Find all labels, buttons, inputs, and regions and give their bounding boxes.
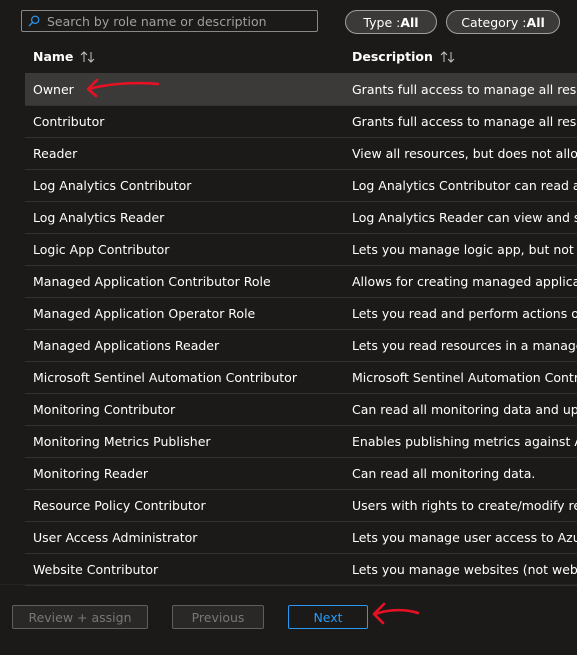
role-description-cell: Lets you manage websites (not web plans) xyxy=(352,562,577,577)
search-box[interactable] xyxy=(21,10,318,32)
table-row[interactable]: Owner Grants full access to manage all re… xyxy=(25,74,577,106)
role-name-cell: Managed Application Contributor Role xyxy=(33,274,271,289)
role-description-cell: View all resources, but does not allow y… xyxy=(352,146,577,161)
table-row[interactable]: Reader View all resources, but does not a… xyxy=(25,138,577,170)
category-filter-label: Category : xyxy=(461,14,527,30)
previous-label: Previous xyxy=(191,609,245,625)
role-name-cell: Contributor xyxy=(33,114,105,129)
search-input[interactable] xyxy=(43,11,317,31)
table-row[interactable]: Log Analytics Contributor Log Analytics C… xyxy=(25,170,577,202)
role-name-cell: Resource Policy Contributor xyxy=(33,498,206,513)
role-description-cell: Grants full access to manage all resourc… xyxy=(352,82,577,97)
table-row[interactable]: Website Contributor Lets you manage websi… xyxy=(25,554,577,586)
role-description-cell: Lets you read and perform actions on Man… xyxy=(352,306,577,321)
role-name-cell: Reader xyxy=(33,146,78,161)
role-name-cell: Monitoring Metrics Publisher xyxy=(33,434,211,449)
role-description-cell: Log Analytics Reader can view and search xyxy=(352,210,577,225)
table-row[interactable]: Logic App Contributor Lets you manage log… xyxy=(25,234,577,266)
name-column-header[interactable]: Name xyxy=(25,49,344,64)
table-row[interactable]: Microsoft Sentinel Automation Contributo… xyxy=(25,362,577,394)
category-filter-button[interactable]: Category : All xyxy=(446,10,560,34)
table-body: Owner Grants full access to manage all re… xyxy=(25,74,577,586)
table-row[interactable]: Resource Policy Contributor Users with ri… xyxy=(25,490,577,522)
table-row[interactable]: User Access Administrator Lets you manage… xyxy=(25,522,577,554)
role-description-cell: Grants full access to manage all resourc… xyxy=(352,114,577,129)
name-column-label: Name xyxy=(33,49,74,64)
role-description-cell: Enables publishing metrics against Azure xyxy=(352,434,577,449)
role-name-cell: User Access Administrator xyxy=(33,530,198,545)
roles-table: Name Description Owner Grants full acces… xyxy=(25,40,577,586)
role-name-cell: Website Contributor xyxy=(33,562,159,577)
role-description-cell: Log Analytics Contributor can read all m… xyxy=(352,178,577,193)
table-row[interactable]: Contributor Grants full access to manage … xyxy=(25,106,577,138)
role-name-cell: Log Analytics Contributor xyxy=(33,178,192,193)
previous-button[interactable]: Previous xyxy=(172,605,264,629)
role-name-cell: Managed Applications Reader xyxy=(33,338,220,353)
review-assign-label: Review + assign xyxy=(28,609,132,625)
role-name-cell: Logic App Contributor xyxy=(33,242,170,257)
review-assign-button[interactable]: Review + assign xyxy=(12,605,148,629)
type-filter-value: All xyxy=(400,14,419,30)
table-row[interactable]: Managed Applications Reader Lets you read… xyxy=(25,330,577,362)
role-name-cell: Log Analytics Reader xyxy=(33,210,165,225)
description-column-label: Description xyxy=(352,49,433,64)
table-row[interactable]: Monitoring Contributor Can read all monit… xyxy=(25,394,577,426)
type-filter-button[interactable]: Type : All xyxy=(345,10,437,34)
search-icon xyxy=(25,11,43,31)
role-description-cell: Lets you read resources in a managed app xyxy=(352,338,577,353)
role-description-cell: Users with rights to create/modify resou… xyxy=(352,498,577,513)
footer-divider xyxy=(0,584,577,585)
next-button[interactable]: Next xyxy=(288,605,368,629)
sort-arrows-icon[interactable] xyxy=(440,50,456,63)
sort-arrows-icon[interactable] xyxy=(80,50,96,63)
category-filter-value: All xyxy=(526,14,545,30)
table-header: Name Description xyxy=(25,40,577,74)
role-description-cell: Can read all monitoring data and update xyxy=(352,402,577,417)
role-description-cell: Microsoft Sentinel Automation Contributo… xyxy=(352,370,577,385)
next-label: Next xyxy=(313,609,343,625)
role-description-cell: Lets you manage user access to Azure res… xyxy=(352,530,577,545)
annotation-arrow-next xyxy=(372,602,420,625)
role-name-cell: Monitoring Reader xyxy=(33,466,149,481)
table-row[interactable]: Managed Application Operator Role Lets yo… xyxy=(25,298,577,330)
role-name-cell: Managed Application Operator Role xyxy=(33,306,256,321)
role-assignment-page: Type : All Category : All Name Descripti… xyxy=(0,0,577,655)
table-row[interactable]: Monitoring Metrics Publisher Enables publ… xyxy=(25,426,577,458)
role-description-cell: Allows for creating managed application xyxy=(352,274,577,289)
role-name-cell: Owner xyxy=(33,82,74,97)
table-row[interactable]: Log Analytics Reader Log Analytics Reader… xyxy=(25,202,577,234)
table-row[interactable]: Managed Application Contributor Role Allo… xyxy=(25,266,577,298)
role-name-cell: Monitoring Contributor xyxy=(33,402,176,417)
table-row[interactable]: Monitoring Reader Can read all monitoring… xyxy=(25,458,577,490)
role-name-cell: Microsoft Sentinel Automation Contributo… xyxy=(33,370,297,385)
description-column-header[interactable]: Description xyxy=(344,49,577,64)
type-filter-label: Type : xyxy=(363,14,401,30)
role-description-cell: Lets you manage logic app, but not acces… xyxy=(352,242,577,257)
role-description-cell: Can read all monitoring data. xyxy=(352,466,536,481)
